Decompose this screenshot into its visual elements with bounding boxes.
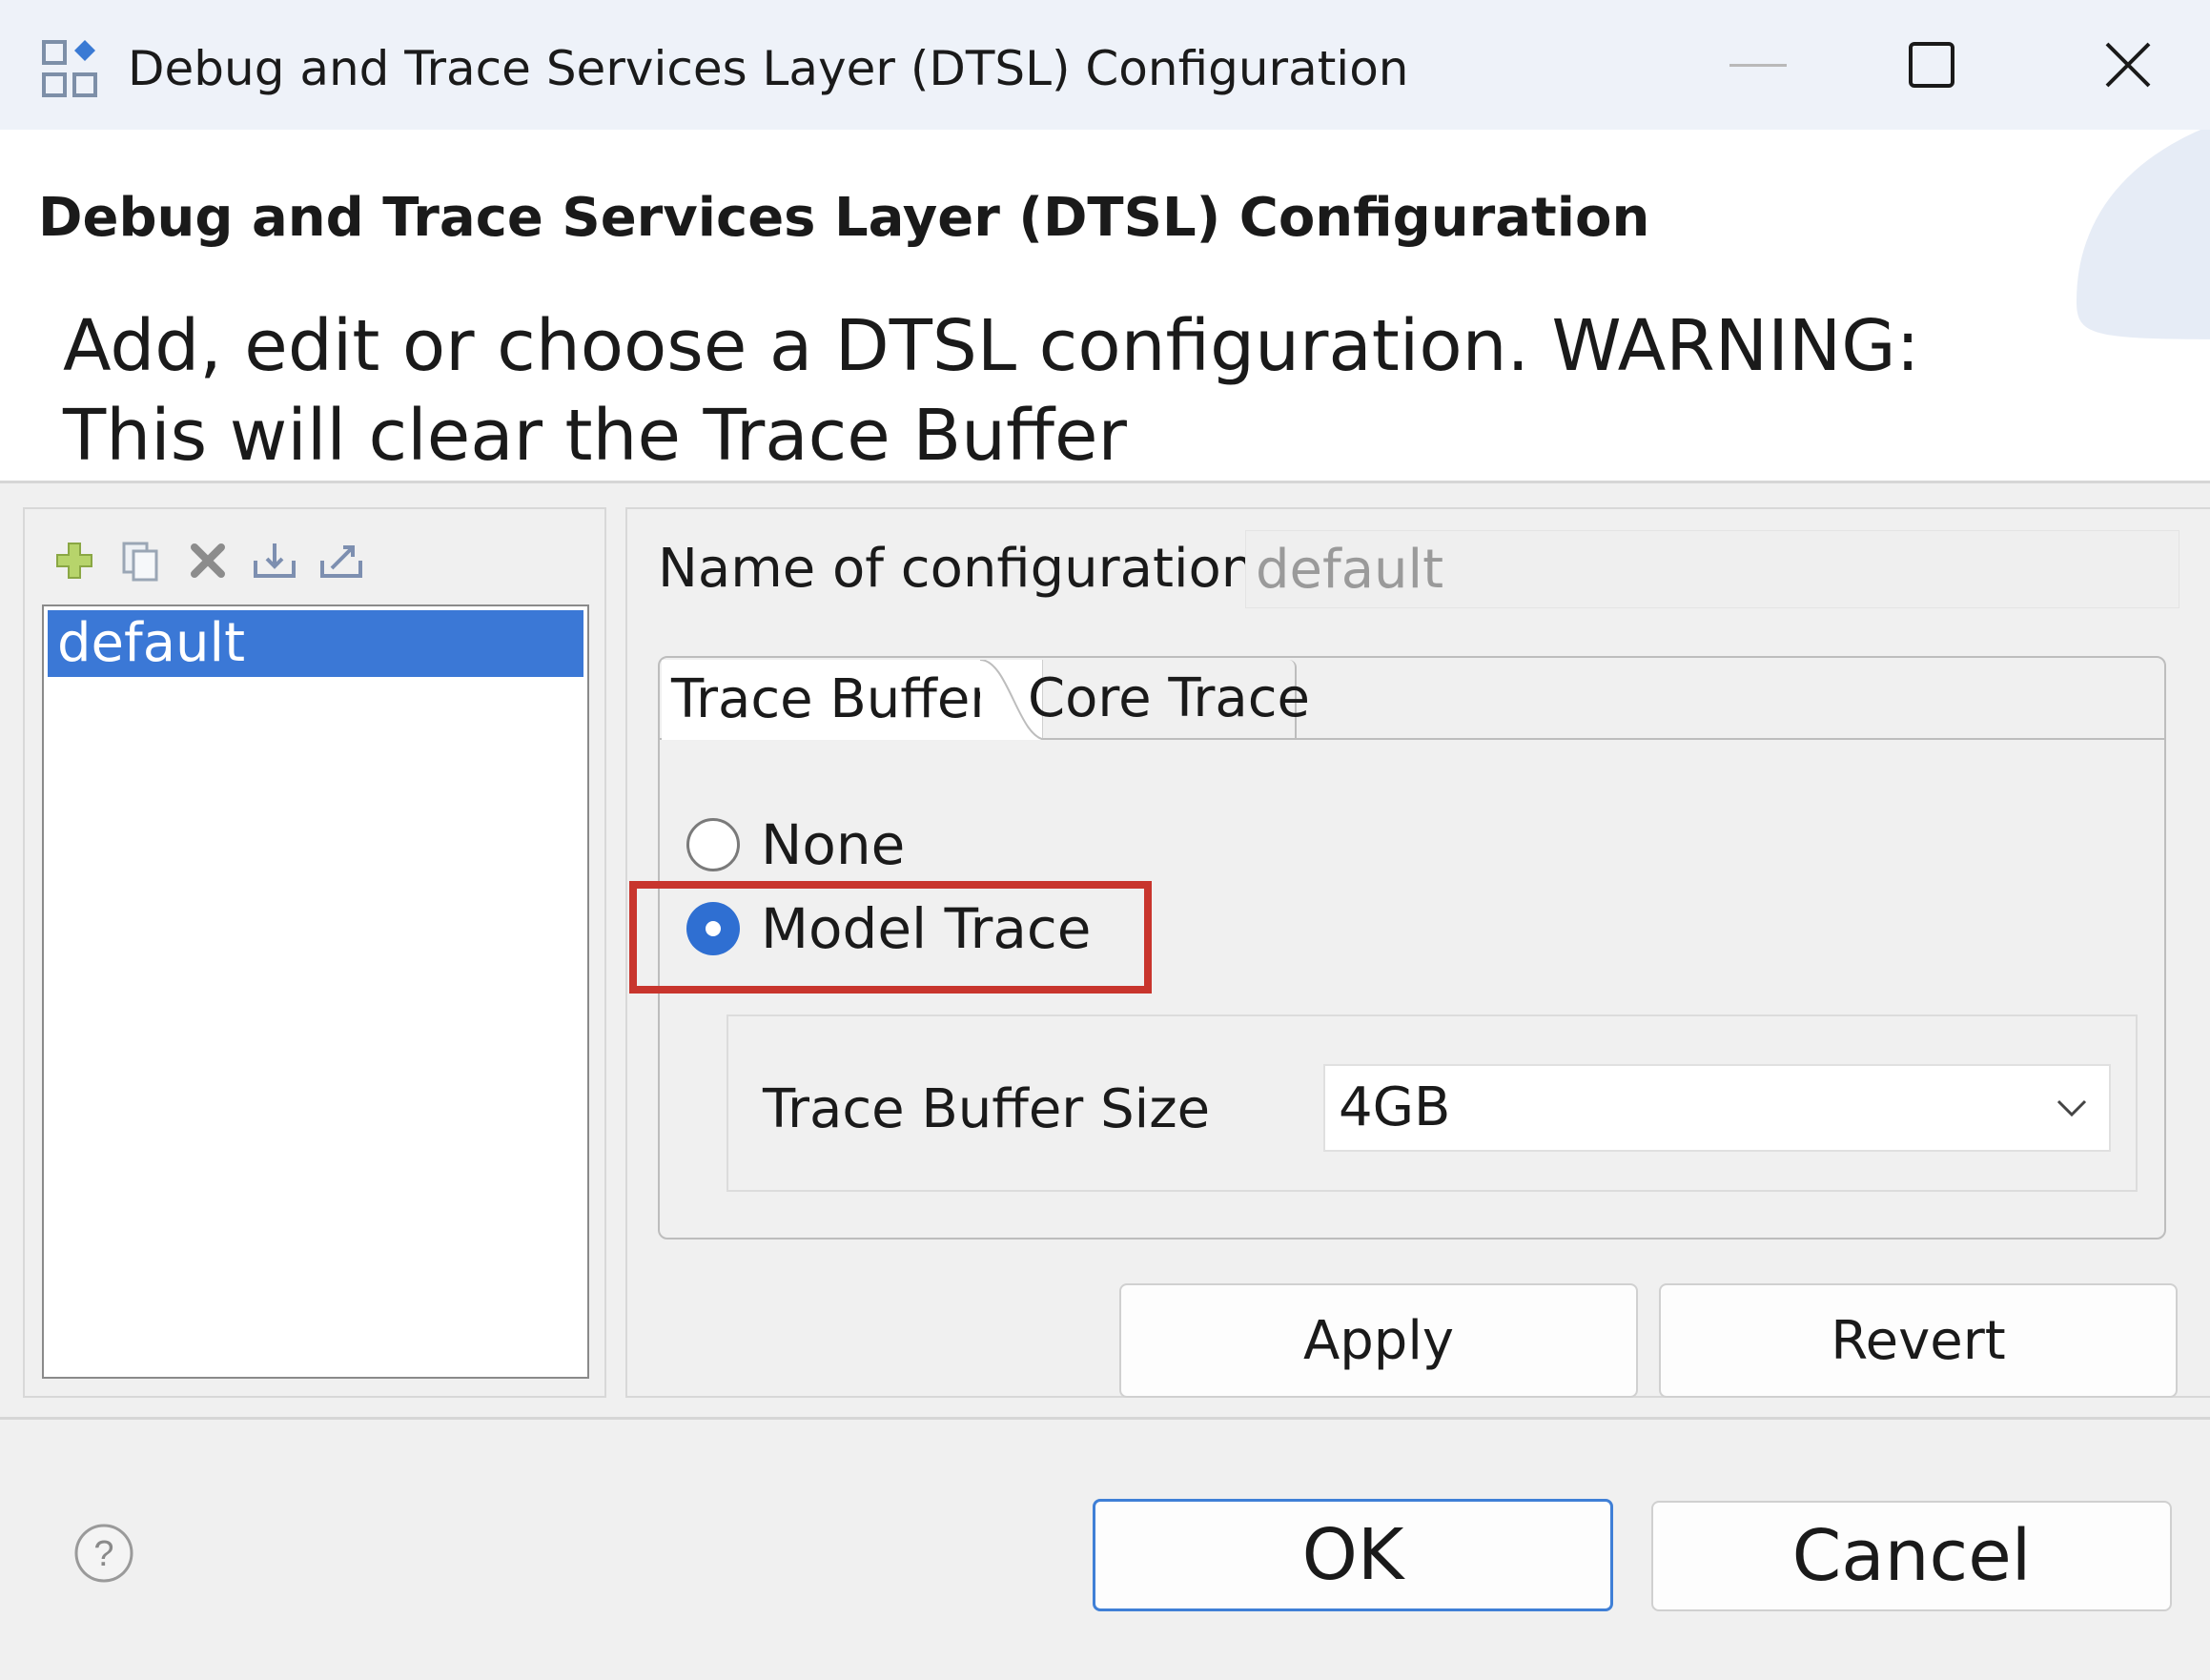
maximize-button[interactable] (1874, 21, 1989, 109)
minimize-button[interactable] (1701, 21, 1815, 109)
configuration-list[interactable]: default (42, 604, 589, 1379)
delete-icon[interactable] (181, 534, 235, 587)
header-title: Debug and Trace Services Layer (DTSL) Co… (38, 187, 1650, 249)
help-icon[interactable]: ? (72, 1522, 135, 1585)
header-description: Add, edit or choose a DTSL configuration… (63, 305, 1920, 477)
trace-buffer-size-select[interactable]: 4GB (1323, 1064, 2111, 1152)
header-separator (0, 481, 2210, 483)
chevron-down-icon (2057, 1099, 2087, 1117)
apply-button[interactable]: Apply (1119, 1283, 1638, 1398)
banner-decoration (2077, 130, 2210, 339)
footer-separator (0, 1417, 2210, 1420)
export-icon[interactable] (315, 534, 368, 587)
add-icon[interactable] (48, 534, 101, 587)
app-icon (38, 36, 105, 103)
list-item[interactable]: default (48, 610, 583, 677)
window-title: Debug and Trace Services Layer (DTSL) Co… (128, 41, 1409, 96)
copy-icon[interactable] (114, 534, 168, 587)
maximize-icon (1909, 42, 1954, 88)
highlight-annotation (629, 881, 1152, 994)
tab-core-trace[interactable]: Core Trace (1020, 660, 1310, 738)
close-icon (2105, 42, 2151, 88)
minimize-icon (1729, 64, 1787, 67)
name-input[interactable]: default (1245, 530, 2179, 608)
cancel-button[interactable]: Cancel (1651, 1501, 2172, 1611)
configuration-toolbar (48, 534, 368, 587)
svg-text:?: ? (93, 1534, 113, 1574)
import-icon[interactable] (248, 534, 301, 587)
ok-button[interactable]: OK (1093, 1499, 1613, 1611)
revert-button[interactable]: Revert (1659, 1283, 2178, 1398)
radio-none-label[interactable]: None (761, 810, 905, 879)
close-button[interactable] (2071, 21, 2185, 109)
dialog-header: Debug and Trace Services Layer (DTSL) Co… (0, 130, 2210, 482)
name-label: Name of configuration: (658, 538, 1274, 600)
trace-buffer-size-value: 4GB (1339, 1076, 1451, 1138)
radio-none[interactable] (686, 818, 740, 871)
trace-buffer-size-label: Trace Buffer Size (763, 1078, 1211, 1140)
